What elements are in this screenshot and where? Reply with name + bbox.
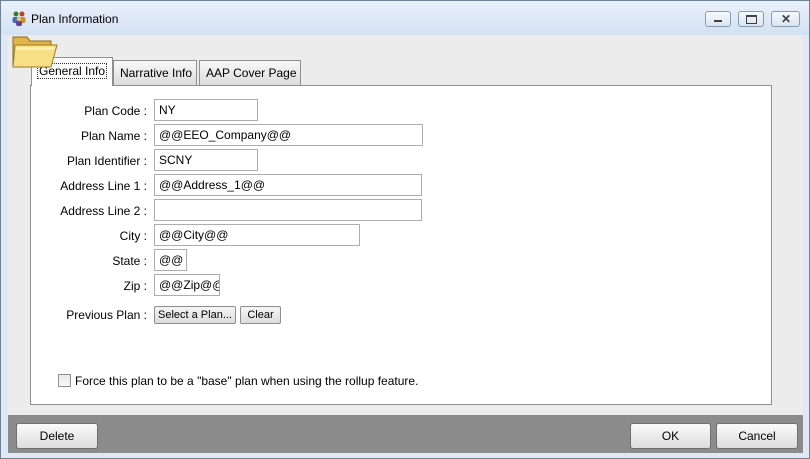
clear-button[interactable]: Clear [240, 306, 281, 324]
state-label: State : [112, 254, 147, 268]
close-icon: ✕ [781, 12, 792, 26]
plan-code-label: Plan Code : [84, 104, 147, 118]
minimize-button[interactable] [705, 11, 731, 27]
maximize-icon [746, 15, 757, 24]
window-title: Plan Information [31, 12, 119, 26]
plan-name-input[interactable]: @@EEO_Company@@ [154, 124, 423, 146]
plan-information-window: Plan Information ✕ General Info Narrativ… [0, 0, 810, 459]
cancel-button[interactable]: Cancel [716, 423, 798, 449]
tab-aap-cover-page[interactable]: AAP Cover Page [199, 60, 301, 85]
city-input[interactable]: @@City@@ [154, 224, 360, 246]
address-line-2-label: Address Line 2 : [60, 204, 147, 218]
address-line-2-input[interactable] [154, 199, 422, 221]
select-plan-button[interactable]: Select a Plan... [154, 306, 236, 324]
maximize-button[interactable] [738, 11, 764, 27]
delete-button[interactable]: Delete [16, 423, 98, 449]
people-icon [12, 11, 26, 26]
state-input[interactable]: @@ [154, 249, 187, 271]
address-line-1-label: Address Line 1 : [60, 179, 147, 193]
rollup-base-plan-checkbox[interactable] [58, 374, 71, 387]
zip-label: Zip : [123, 279, 147, 293]
minimize-icon [714, 20, 722, 22]
zip-input[interactable]: @@Zip@@ [154, 274, 220, 296]
title-bar[interactable]: Plan Information ✕ [1, 1, 809, 35]
plan-code-input[interactable]: NY [154, 99, 258, 121]
address-line-1-input[interactable]: @@Address_1@@ [154, 174, 422, 196]
open-folder-icon [12, 36, 58, 68]
plan-name-label: Plan Name : [80, 129, 147, 143]
close-button[interactable]: ✕ [771, 11, 800, 27]
ok-button[interactable]: OK [630, 423, 711, 449]
tab-narrative-info[interactable]: Narrative Info [113, 60, 197, 85]
plan-identifier-input[interactable]: SCNY [154, 149, 258, 171]
plan-identifier-label: Plan Identifier : [66, 154, 147, 168]
city-label: City : [119, 229, 147, 243]
rollup-base-plan-label: Force this plan to be a "base" plan when… [75, 374, 419, 388]
previous-plan-label: Previous Plan : [66, 308, 147, 322]
